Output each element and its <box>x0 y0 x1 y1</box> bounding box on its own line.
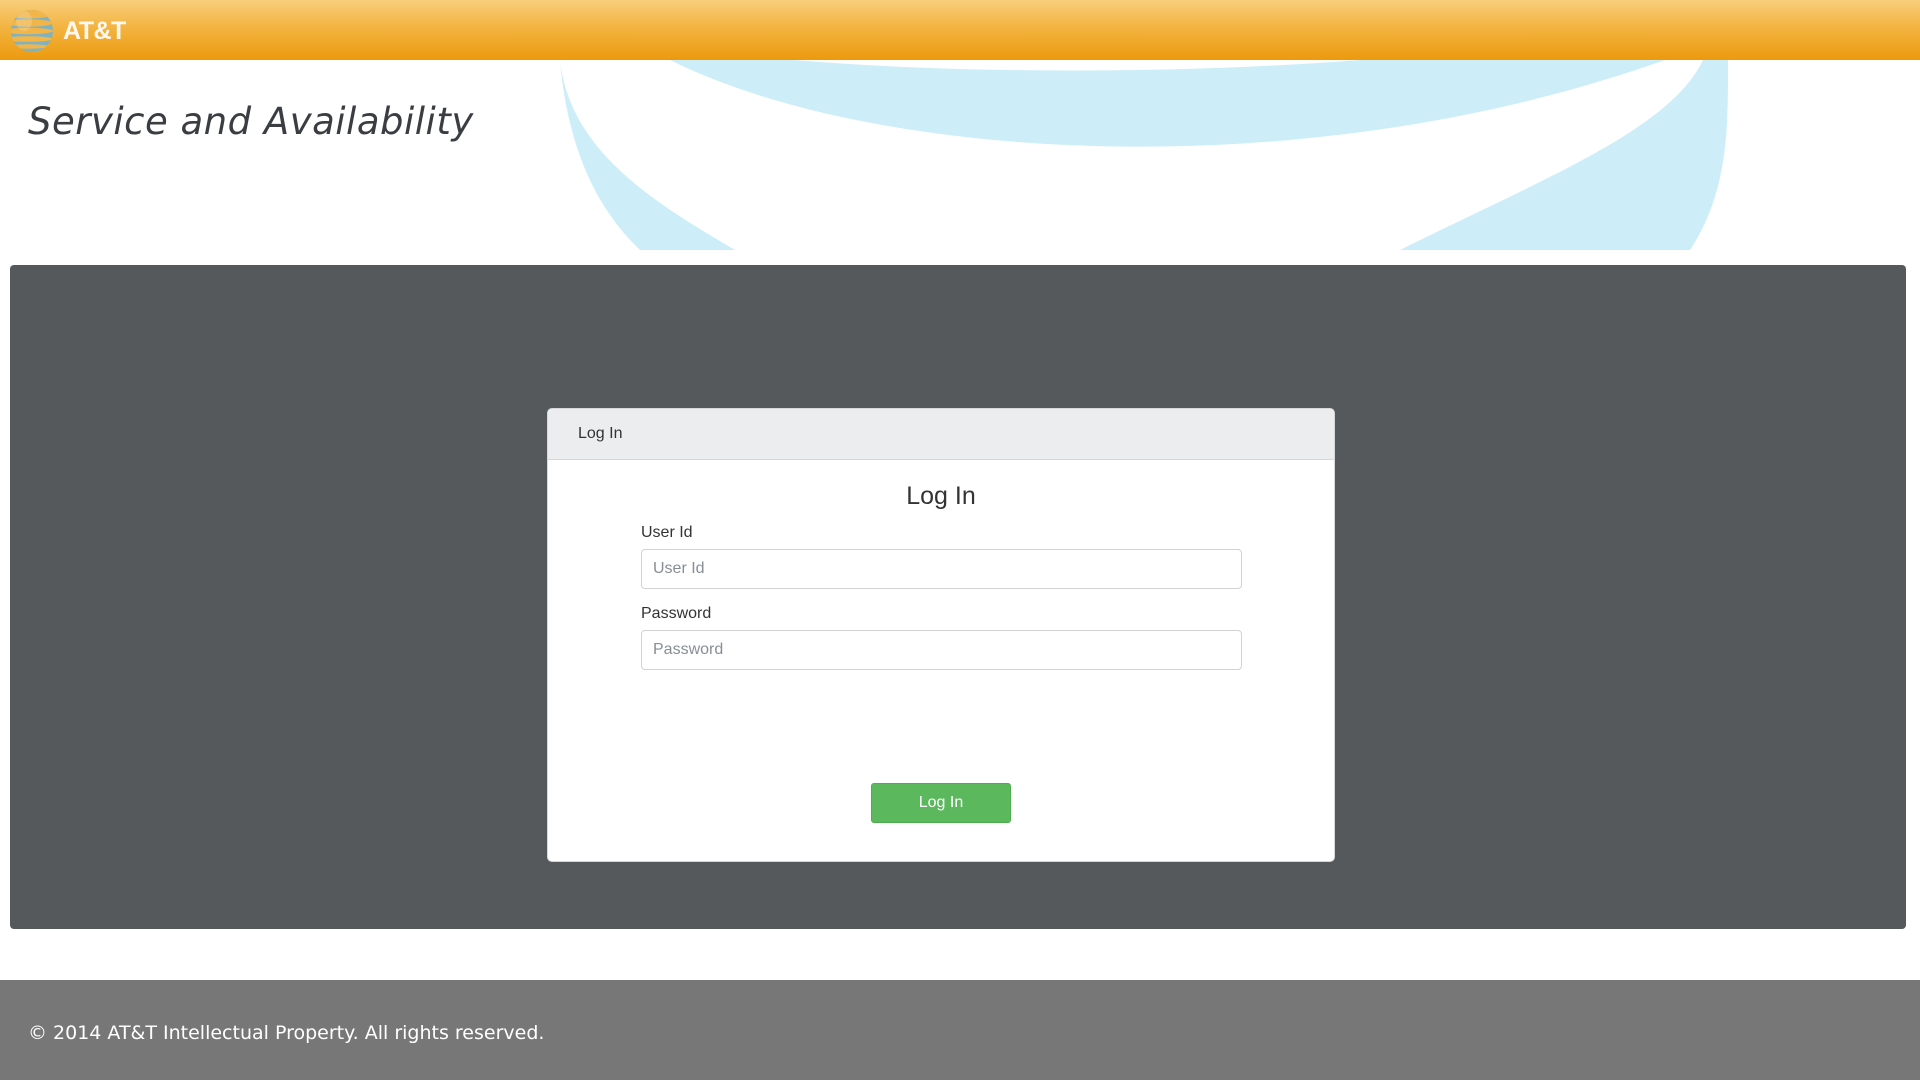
brand-name: AT&T <box>63 16 126 45</box>
brand-logo[interactable]: AT&T <box>10 9 126 53</box>
login-card-header: Log In <box>548 409 1334 460</box>
att-globe-icon <box>11 10 53 52</box>
hero-swoosh-graphic <box>560 60 1729 250</box>
copyright-text: © 2014 AT&T Intellectual Property. All r… <box>28 1022 545 1044</box>
hero-banner: Service and Availability <box>0 60 1920 250</box>
page-title: Service and Availability <box>28 100 474 143</box>
login-card-header-label: Log In <box>578 425 623 442</box>
login-card: Log In Log In User Id Password Log In <box>547 408 1335 862</box>
login-title: Log In <box>906 482 976 510</box>
password-input[interactable] <box>641 630 1242 670</box>
user-id-label: User Id <box>641 524 693 541</box>
top-header-bar: AT&T <box>0 0 1920 60</box>
password-label: Password <box>641 605 712 622</box>
user-id-input[interactable] <box>641 549 1242 589</box>
login-button[interactable]: Log In <box>871 783 1011 823</box>
footer: © 2014 AT&T Intellectual Property. All r… <box>0 980 1920 1080</box>
